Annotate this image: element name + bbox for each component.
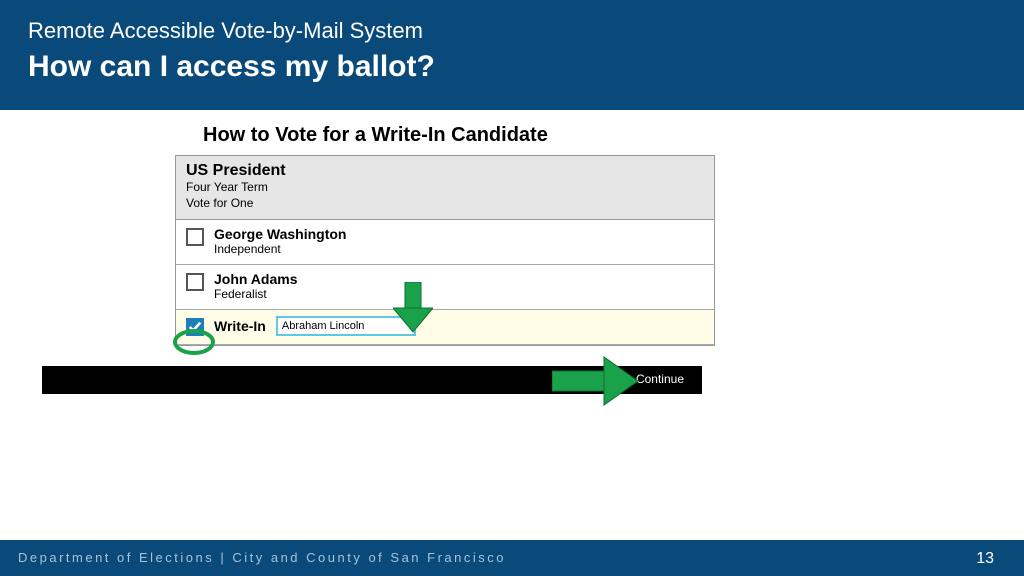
writein-label: Write-In [214,318,266,334]
candidate-info: John Adams Federalist [214,271,298,301]
checkbox-unchecked-icon[interactable] [186,228,204,246]
section-heading: How to Vote for a Write-In Candidate [203,124,715,147]
checkbox-checked-icon[interactable] [186,318,204,336]
slide-header: Remote Accessible Vote-by-Mail System Ho… [0,0,1024,110]
header-title: How can I access my ballot? [28,50,996,84]
candidate-name: John Adams [214,271,298,287]
slide-footer: Department of Elections | City and Count… [0,540,1024,576]
candidate-row[interactable]: John Adams Federalist [176,265,714,310]
contest-card: US President Four Year Term Vote for One… [175,155,715,346]
arrow-right-icon [552,355,640,407]
content-area: How to Vote for a Write-In Candidate US … [175,118,715,346]
contest-rule: Vote for One [186,196,704,212]
contest-title: US President [186,162,704,180]
candidate-party: Independent [214,242,346,256]
checkbox-unchecked-icon[interactable] [186,273,204,291]
header-subtitle: Remote Accessible Vote-by-Mail System [28,18,996,44]
candidate-name: George Washington [214,226,346,242]
writein-row[interactable]: Write-In [176,310,714,345]
contest-header: US President Four Year Term Vote for One [176,156,714,220]
arrow-down-icon [393,282,433,334]
continue-label: Continue [636,372,684,386]
candidate-row[interactable]: George Washington Independent [176,220,714,265]
contest-term: Four Year Term [186,180,704,196]
candidate-party: Federalist [214,287,298,301]
footer-text: Department of Elections | City and Count… [18,550,506,565]
page-number: 13 [976,550,994,568]
candidate-info: George Washington Independent [214,226,346,256]
